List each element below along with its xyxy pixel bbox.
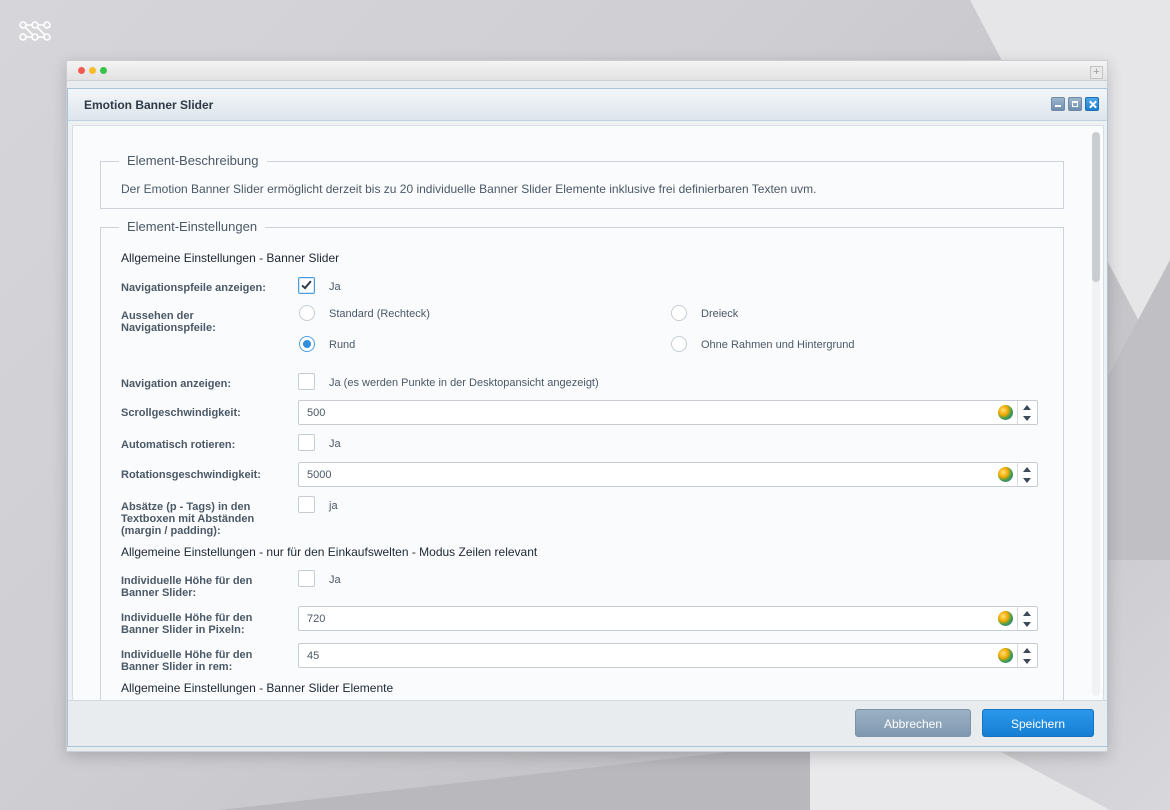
height-rem-field[interactable]: 45 xyxy=(298,643,1038,668)
maximize-icon xyxy=(1072,101,1078,107)
paragraphs-label: Absätze (p - Tags) in den Textboxen mit … xyxy=(121,501,255,537)
save-button[interactable]: Speichern xyxy=(982,709,1094,737)
custom-height-text: Ja xyxy=(329,574,341,586)
nav-arrows-text: Ja xyxy=(329,281,341,293)
spin-down-icon[interactable] xyxy=(1023,416,1031,421)
spin-up-icon[interactable] xyxy=(1023,648,1031,653)
rotation-speed-value: 5000 xyxy=(307,469,332,481)
height-px-field[interactable]: 720 xyxy=(298,606,1038,631)
arrow-style-option-standard: Standard (Rechteck) xyxy=(329,308,430,320)
arrow-style-radio-no-frame[interactable] xyxy=(671,336,687,352)
window-footer: Abbrechen Speichern xyxy=(68,700,1107,746)
close-traffic-light[interactable] xyxy=(78,67,85,74)
globe-icon[interactable] xyxy=(998,611,1013,626)
show-nav-text: Ja (es werden Punkte in der Desktopansic… xyxy=(329,377,599,389)
app-logo-icon xyxy=(19,21,51,41)
window-header: Emotion Banner Slider xyxy=(68,89,1107,121)
custom-height-checkbox[interactable] xyxy=(298,570,315,587)
description-text: Der Emotion Banner Slider ermöglicht der… xyxy=(121,182,817,196)
arrow-style-radio-standard[interactable] xyxy=(299,305,315,321)
elements-settings-title: Allgemeine Einstellungen - Banner Slider… xyxy=(121,681,394,695)
window-controls xyxy=(1051,97,1099,111)
scrollbar-thumb[interactable] xyxy=(1092,132,1100,282)
globe-icon[interactable] xyxy=(998,405,1013,420)
height-px-label: Individuelle Höhe für den Banner Slider … xyxy=(121,612,253,636)
arrow-style-option-round: Rund xyxy=(329,339,356,351)
nav-arrows-checkbox[interactable] xyxy=(298,277,315,294)
globe-icon[interactable] xyxy=(998,648,1013,663)
auto-rotate-label: Automatisch rotieren: xyxy=(121,439,236,451)
window-title: Emotion Banner Slider xyxy=(84,98,214,112)
settings-legend: Element-Einstellungen xyxy=(119,219,266,234)
arrow-style-radio-round[interactable] xyxy=(299,336,315,352)
minimize-icon xyxy=(1055,105,1061,107)
minimize-button[interactable] xyxy=(1051,97,1065,111)
spin-down-icon[interactable] xyxy=(1023,622,1031,627)
arrow-style-option-triangle: Dreieck xyxy=(701,308,739,320)
arrow-style-option-no-frame: Ohne Rahmen und Hintergrund xyxy=(701,339,855,351)
paragraphs-checkbox[interactable] xyxy=(298,496,315,513)
height-rem-value: 45 xyxy=(307,650,320,662)
spin-down-icon[interactable] xyxy=(1023,659,1031,664)
rotation-speed-field[interactable]: 5000 xyxy=(298,462,1038,487)
spin-up-icon[interactable] xyxy=(1023,611,1031,616)
maximize-button[interactable] xyxy=(1068,97,1082,111)
add-tab-button[interactable]: + xyxy=(1090,66,1103,79)
scroll-speed-value: 500 xyxy=(307,407,326,419)
checkmark-icon xyxy=(301,278,312,290)
nav-arrows-label: Navigationspfeile anzeigen: xyxy=(121,282,266,294)
height-px-value: 720 xyxy=(307,613,326,625)
zoom-traffic-light[interactable] xyxy=(100,67,107,74)
globe-icon[interactable] xyxy=(998,467,1013,482)
arrow-style-label: Aussehen der Navigationspfeile: xyxy=(121,310,216,334)
close-button[interactable] xyxy=(1085,97,1099,111)
spin-up-icon[interactable] xyxy=(1023,405,1031,410)
scroll-speed-spinner[interactable] xyxy=(1017,401,1037,424)
description-legend: Element-Beschreibung xyxy=(119,153,267,168)
height-rem-spinner[interactable] xyxy=(1017,644,1037,667)
window-content: Element-Beschreibung Der Emotion Banner … xyxy=(72,125,1104,701)
rows-settings-title: Allgemeine Einstellungen - nur für den E… xyxy=(121,545,538,559)
scroll-speed-label: Scrollgeschwindigkeit: xyxy=(121,407,241,419)
custom-height-label: Individuelle Höhe für den Banner Slider: xyxy=(121,575,253,599)
auto-rotate-text: Ja xyxy=(329,438,341,450)
show-nav-label: Navigation anzeigen: xyxy=(121,378,232,390)
height-rem-label: Individuelle Höhe für den Banner Slider … xyxy=(121,649,253,673)
spin-up-icon[interactable] xyxy=(1023,467,1031,472)
minimize-traffic-light[interactable] xyxy=(89,67,96,74)
vertical-scrollbar[interactable] xyxy=(1092,132,1100,696)
general-settings-title: Allgemeine Einstellungen - Banner Slider xyxy=(121,251,340,265)
cancel-button[interactable]: Abbrechen xyxy=(855,709,971,737)
arrow-style-radio-triangle[interactable] xyxy=(671,305,687,321)
description-fieldset: Element-Beschreibung Der Emotion Banner … xyxy=(100,153,1064,209)
spin-down-icon[interactable] xyxy=(1023,478,1031,483)
height-px-spinner[interactable] xyxy=(1017,607,1037,630)
emotion-banner-slider-window: Emotion Banner Slider Element-Beschreibu… xyxy=(67,88,1108,747)
settings-fieldset: Element-Einstellungen Allgemeine Einstel… xyxy=(100,219,1064,700)
scroll-speed-field[interactable]: 500 xyxy=(298,400,1038,425)
outer-titlebar: + xyxy=(67,61,1107,81)
auto-rotate-checkbox[interactable] xyxy=(298,434,315,451)
show-nav-checkbox[interactable] xyxy=(298,373,315,390)
rotation-speed-label: Rotationsgeschwindigkeit: xyxy=(121,469,261,481)
paragraphs-text: ja xyxy=(329,500,338,512)
rotation-speed-spinner[interactable] xyxy=(1017,463,1037,486)
